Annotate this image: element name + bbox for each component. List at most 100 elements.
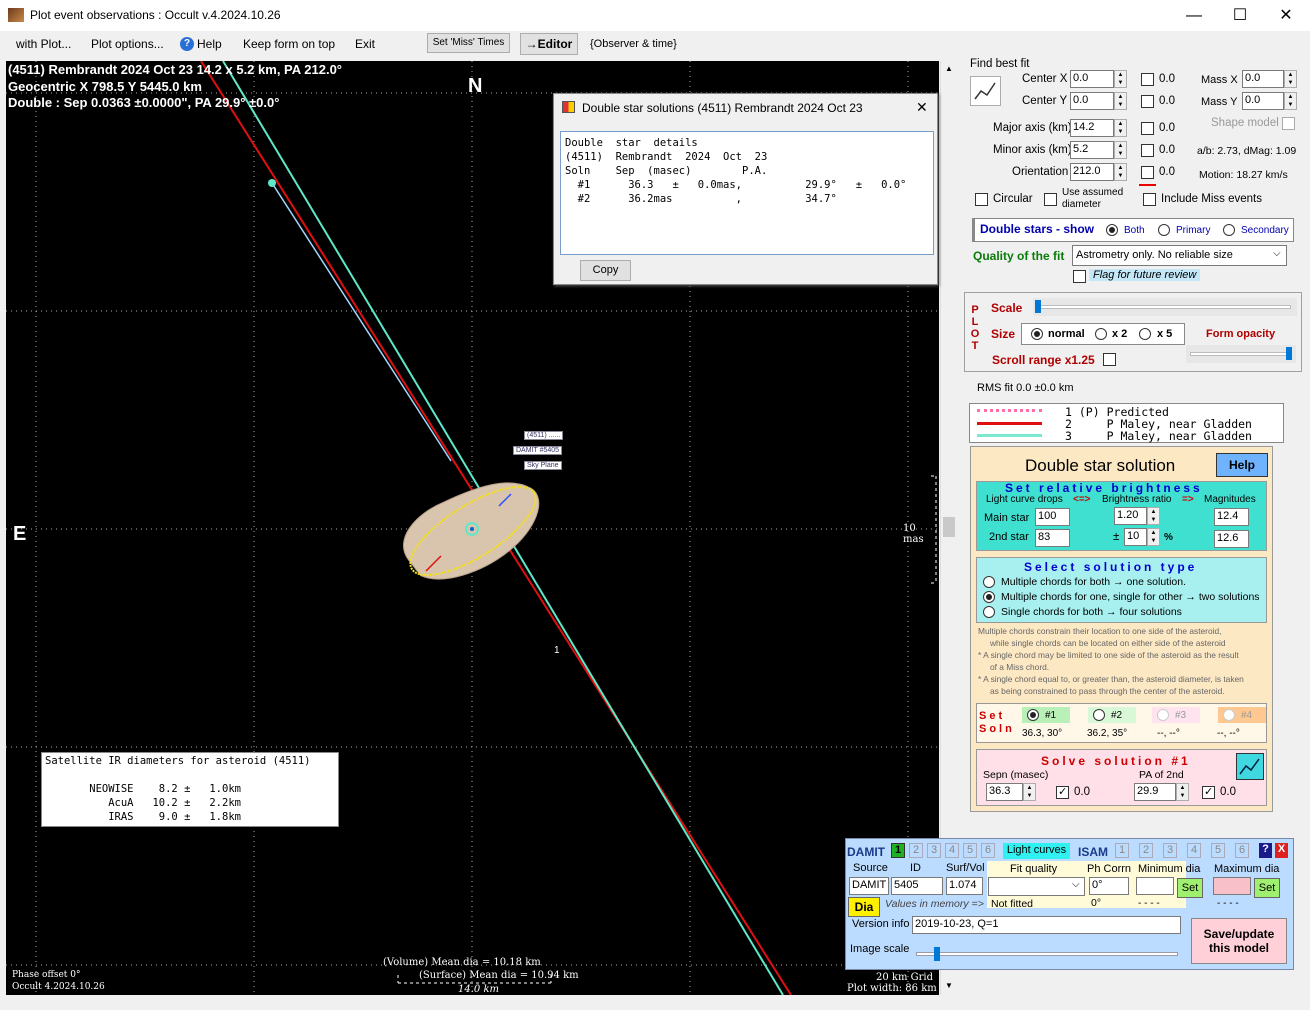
- dss-help-button[interactable]: Help: [1216, 453, 1268, 477]
- image-scale-thumb[interactable]: [934, 947, 940, 961]
- mass-y-spinner[interactable]: ▲ ▼: [1284, 92, 1297, 110]
- flag-review-checkbox[interactable]: [1073, 270, 1086, 283]
- observer-time-label[interactable]: {Observer & time}: [590, 38, 677, 50]
- dialog-close-button[interactable]: ✕: [916, 99, 928, 116]
- image-scale-slider[interactable]: [912, 940, 1182, 964]
- max-dia-set-button[interactable]: Set: [1254, 878, 1280, 898]
- set-miss-times-button[interactable]: Set 'Miss' Times: [427, 33, 510, 53]
- damit-3-button[interactable]: 3: [927, 843, 941, 858]
- menu-with-plot[interactable]: with Plot...: [16, 37, 71, 51]
- menu-exit[interactable]: Exit: [355, 37, 375, 51]
- soln-2-radio[interactable]: [1093, 709, 1105, 721]
- scroll-up-icon[interactable]: ▲: [945, 64, 953, 73]
- save-model-button[interactable]: Save/update this model: [1191, 918, 1287, 964]
- minimize-button[interactable]: —: [1171, 0, 1217, 31]
- scroll-down-icon[interactable]: ▼: [945, 981, 953, 990]
- light-curves-button[interactable]: Light curves: [1003, 843, 1070, 859]
- isam-2-button[interactable]: 2: [1139, 843, 1153, 858]
- pa-input[interactable]: 29.9: [1134, 783, 1176, 801]
- find-best-fit-button[interactable]: [970, 76, 1001, 106]
- sepn-input[interactable]: 36.3: [986, 783, 1023, 801]
- soln-3-radio[interactable]: [1157, 709, 1169, 721]
- include-miss-checkbox[interactable]: [1143, 193, 1156, 206]
- brightness-ratio-input[interactable]: 1.20: [1114, 507, 1147, 525]
- sepn-spinner[interactable]: ▲ ▼: [1023, 783, 1036, 801]
- damit-4-button[interactable]: 4: [945, 843, 959, 858]
- shape-model-checkbox[interactable]: [1282, 117, 1295, 130]
- mass-y-input[interactable]: 0.0: [1242, 92, 1284, 110]
- pa-spinner[interactable]: ▲ ▼: [1176, 783, 1189, 801]
- sepn-checkbox[interactable]: [1056, 785, 1069, 799]
- damit-6-button[interactable]: 6: [981, 843, 995, 858]
- center-y-checkbox[interactable]: [1141, 95, 1154, 108]
- isam-5-button[interactable]: 5: [1211, 843, 1225, 858]
- soln-4-radio[interactable]: [1223, 709, 1235, 721]
- show-primary-radio[interactable]: [1158, 224, 1170, 236]
- damit-2-button[interactable]: 2: [909, 843, 923, 858]
- min-dia-field[interactable]: [1136, 877, 1174, 895]
- dia-button[interactable]: Dia: [848, 897, 880, 917]
- center-x-input[interactable]: 0.0: [1070, 70, 1114, 88]
- editor-button[interactable]: →Editor: [520, 33, 578, 55]
- major-axis-spinner[interactable]: ▲ ▼: [1114, 119, 1127, 137]
- major-axis-checkbox[interactable]: [1141, 122, 1154, 135]
- circular-checkbox[interactable]: [975, 193, 988, 206]
- scroll-thumb[interactable]: [943, 517, 955, 537]
- close-button[interactable]: ✕: [1263, 0, 1309, 31]
- use-assumed-checkbox[interactable]: [1044, 193, 1057, 206]
- brightness-ratio-spinner[interactable]: ▲ ▼: [1147, 507, 1160, 525]
- orientation-input[interactable]: 212.0: [1070, 163, 1114, 181]
- minor-axis-checkbox[interactable]: [1141, 144, 1154, 157]
- major-axis-input[interactable]: 14.2: [1070, 119, 1114, 137]
- size-x5-radio[interactable]: [1139, 328, 1151, 340]
- minor-axis-spinner[interactable]: ▲ ▼: [1114, 141, 1127, 159]
- size-x2-radio[interactable]: [1095, 328, 1107, 340]
- menu-keep-on-top[interactable]: Keep form on top: [243, 37, 335, 51]
- dialog-textbox[interactable]: Double star details (4511) Rembrandt 202…: [560, 131, 934, 255]
- ph-corr-field[interactable]: 0°: [1089, 877, 1129, 895]
- center-y-input[interactable]: 0.0: [1070, 92, 1114, 110]
- opacity-slider-thumb[interactable]: [1286, 347, 1292, 360]
- isam-4-button[interactable]: 4: [1187, 843, 1201, 858]
- second-star-drop-input[interactable]: 83: [1035, 529, 1070, 547]
- mass-x-input[interactable]: 0.0: [1242, 70, 1284, 88]
- solution-type-1-radio[interactable]: [983, 576, 995, 588]
- mass-x-spinner[interactable]: ▲ ▼: [1284, 70, 1297, 88]
- show-both-radio[interactable]: [1106, 224, 1118, 236]
- solution-type-2-radio[interactable]: [983, 591, 995, 603]
- scale-slider-thumb[interactable]: [1035, 300, 1041, 313]
- max-dia-field[interactable]: [1213, 877, 1251, 895]
- ratio-error-spinner[interactable]: ▲ ▼: [1147, 528, 1160, 546]
- pa-checkbox[interactable]: [1202, 785, 1215, 799]
- center-y-spinner[interactable]: ▲ ▼: [1114, 92, 1127, 110]
- center-x-checkbox[interactable]: [1141, 73, 1154, 86]
- damit-5-button[interactable]: 5: [963, 843, 977, 858]
- ratio-error-input[interactable]: 10: [1124, 528, 1147, 546]
- orientation-spinner[interactable]: ▲ ▼: [1114, 163, 1127, 181]
- quality-select[interactable]: Astrometry only. No reliable size ⌵: [1072, 245, 1287, 266]
- opacity-slider[interactable]: [1186, 345, 1296, 363]
- copy-button[interactable]: Copy: [580, 260, 631, 281]
- min-dia-set-button[interactable]: Set: [1177, 878, 1203, 898]
- menu-plot-options[interactable]: Plot options...: [91, 37, 164, 51]
- minor-axis-input[interactable]: 5.2: [1070, 141, 1114, 159]
- orientation-checkbox[interactable]: [1141, 166, 1154, 179]
- main-star-drop-input[interactable]: 100: [1035, 508, 1070, 526]
- maximize-button[interactable]: ☐: [1217, 0, 1263, 31]
- scale-slider[interactable]: [1033, 298, 1297, 316]
- scroll-range-checkbox[interactable]: [1103, 353, 1116, 366]
- soln-1-radio[interactable]: [1027, 709, 1039, 721]
- fit-quality-select[interactable]: ⌵: [988, 877, 1085, 896]
- damit-close-button[interactable]: X: [1275, 843, 1288, 858]
- center-x-spinner[interactable]: ▲ ▼: [1114, 70, 1127, 88]
- damit-1-button[interactable]: 1: [891, 843, 905, 858]
- damit-help-button[interactable]: ?: [1259, 843, 1272, 858]
- isam-1-button[interactable]: 1: [1115, 843, 1129, 858]
- size-normal-radio[interactable]: [1031, 328, 1043, 340]
- solve-button[interactable]: [1236, 753, 1264, 780]
- isam-6-button[interactable]: 6: [1235, 843, 1249, 858]
- show-secondary-radio[interactable]: [1223, 224, 1235, 236]
- isam-3-button[interactable]: 3: [1163, 843, 1177, 858]
- menu-help[interactable]: Help: [197, 37, 222, 51]
- solution-type-3-radio[interactable]: [983, 606, 995, 618]
